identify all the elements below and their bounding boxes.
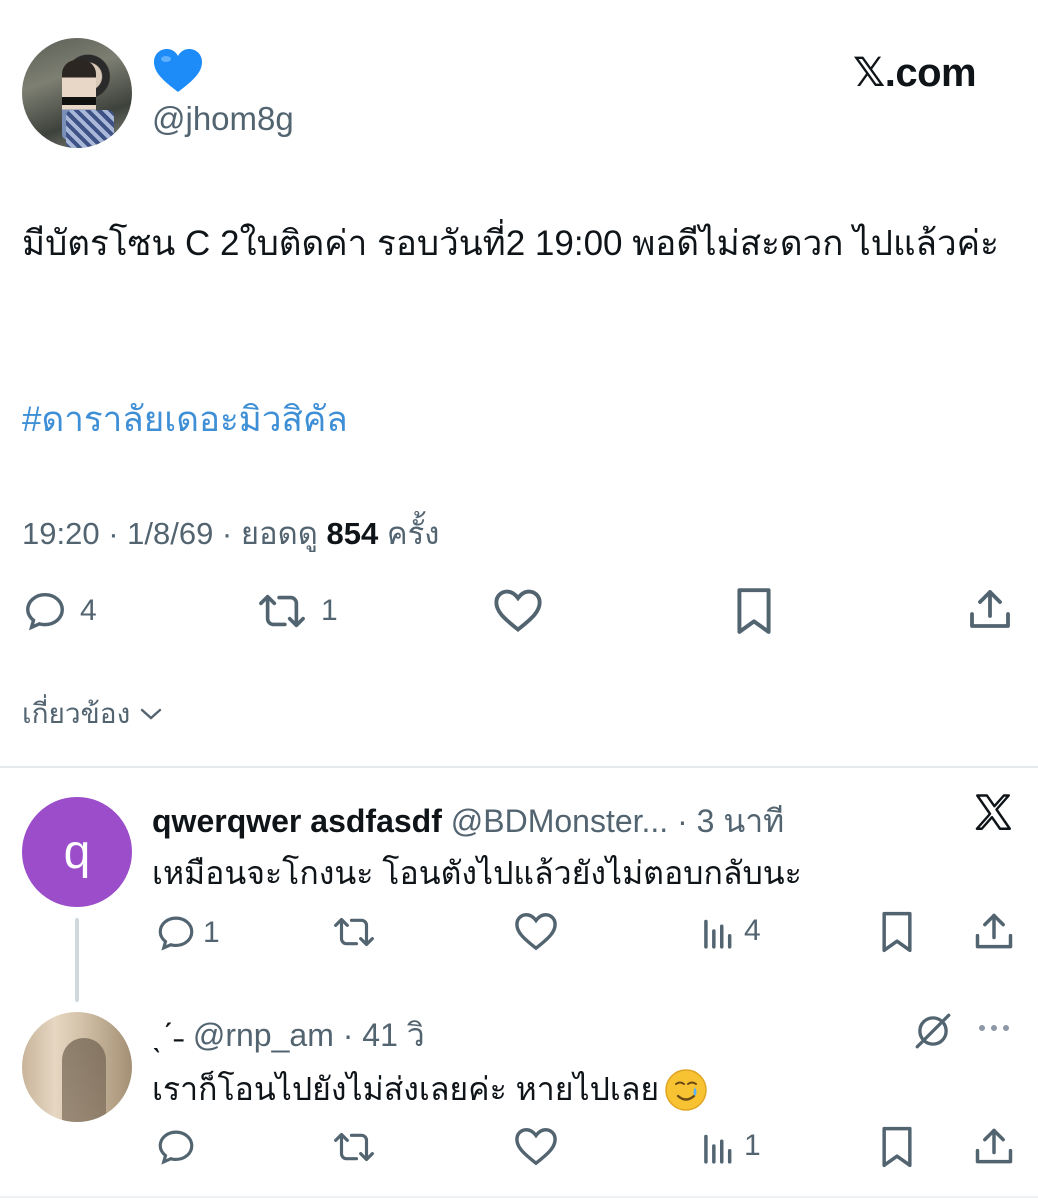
repost-icon	[334, 1132, 374, 1162]
reply2-like-button[interactable]	[513, 1125, 559, 1167]
repost-count: 1	[321, 594, 338, 627]
x-logo-icon	[972, 792, 1014, 834]
share-icon	[975, 913, 1013, 949]
reply1-handle-time[interactable]: @BDMonster... · 3 นาที	[442, 803, 785, 839]
crying-smile-emoji-icon	[665, 1068, 707, 1111]
brand-logo: 𝕏.com	[853, 51, 977, 95]
tweet-time[interactable]: 19:20 · 1/8/69 · ยอดดู	[22, 516, 327, 551]
share-icon	[970, 590, 1010, 628]
bookmark-icon	[737, 588, 771, 634]
heart-icon	[494, 589, 542, 632]
reply1-repost-button[interactable]	[330, 912, 378, 952]
thread-line	[75, 918, 79, 1002]
reply-icon	[158, 916, 194, 951]
reply1-views-button[interactable]: 4	[700, 912, 761, 950]
reply-count: 4	[80, 594, 97, 627]
author-avatar[interactable]	[22, 38, 132, 148]
heart-icon	[515, 913, 557, 951]
reply1-name[interactable]: qwerqwer asdfasdf	[152, 803, 442, 839]
repost-button[interactable]: 1	[255, 588, 338, 634]
tweet-meta: 19:20 · 1/8/69 · ยอดดู 854 ครั้ง	[22, 508, 439, 558]
reply2-share-button[interactable]	[972, 1125, 1016, 1169]
bottom-divider	[0, 1196, 1038, 1198]
analytics-icon	[704, 919, 732, 949]
reply2-text: เราก็โอนไปยังไม่ส่งเลยค่ะ หายไปเลย	[152, 1071, 660, 1107]
reply1-reply-count: 1	[203, 916, 220, 949]
reply2-handle-time[interactable]: @rnp_am · 41 วิ	[184, 1017, 425, 1053]
author-handle[interactable]: @jhom8g	[152, 100, 294, 138]
share-button[interactable]	[966, 586, 1014, 634]
more-options-icon[interactable]	[976, 1022, 1016, 1034]
reply-button[interactable]: 4	[22, 588, 97, 634]
view-count: 854	[326, 516, 379, 551]
avatar-pattern	[66, 110, 114, 148]
tweet-text: มีบัตรโซน C 2ใบติดค่า รอบวันที่2 19:00 พ…	[22, 224, 999, 263]
reply1-bookmark-button[interactable]	[877, 910, 917, 954]
reply2-name[interactable]: ˎˊ˗	[152, 1017, 184, 1053]
reply2-reply-button[interactable]	[155, 1126, 197, 1168]
avatar-silhouette	[62, 1038, 106, 1122]
avatar-letter: q	[63, 825, 91, 879]
heart-icon	[515, 1128, 557, 1166]
reply1-text: เหมือนจะโกงนะ โอนตังไปแล้วยังไม่ตอบกลับน…	[152, 855, 802, 891]
reply1-header: qwerqwer asdfasdf @BDMonster... · 3 นาที	[152, 796, 784, 847]
analytics-icon	[704, 1134, 732, 1164]
reply2-header: ˎˊ˗ @rnp_am · 41 วิ	[152, 1010, 425, 1061]
like-button[interactable]	[492, 586, 544, 634]
reply1-like-button[interactable]	[513, 910, 559, 952]
bookmark-button[interactable]	[732, 586, 776, 636]
reply2-view-count: 1	[744, 1129, 761, 1162]
chevron-down-icon	[141, 708, 162, 720]
reply2-repost-button[interactable]	[330, 1127, 378, 1167]
reply2-avatar[interactable]	[22, 1012, 132, 1122]
bookmark-icon	[882, 911, 912, 953]
blue-heart-icon	[152, 48, 204, 94]
share-icon	[975, 1128, 1013, 1164]
reply1-view-count: 4	[744, 914, 761, 947]
related-label: เกี่ยวข้อง	[22, 698, 131, 729]
repost-icon	[334, 917, 374, 947]
grok-icon[interactable]	[912, 1010, 954, 1052]
repost-icon	[259, 594, 305, 628]
view-suffix: ครั้ง	[378, 516, 440, 551]
reply1-share-button[interactable]	[972, 910, 1016, 954]
reply1-avatar[interactable]: q	[22, 797, 132, 907]
reply2-text-row: เราก็โอนไปยังไม่ส่งเลยค่ะ หายไปเลย	[152, 1064, 709, 1115]
hashtag-link[interactable]: #ดาราลัยเดอะมิวสิคัล	[22, 392, 348, 447]
bookmark-icon	[882, 1126, 912, 1168]
reply-icon	[158, 1130, 194, 1165]
reply2-bookmark-button[interactable]	[877, 1125, 917, 1169]
reply-icon	[26, 592, 64, 631]
section-divider	[0, 766, 1038, 768]
related-toggle[interactable]: เกี่ยวข้อง	[22, 692, 164, 736]
reply1-reply-button[interactable]: 1	[155, 912, 220, 954]
reply2-views-button[interactable]: 1	[700, 1127, 761, 1165]
